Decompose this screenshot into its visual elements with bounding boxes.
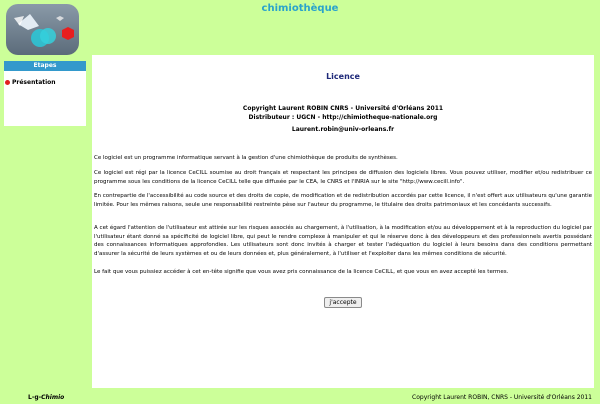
sidebar-item-presentation[interactable]: Présentation	[4, 79, 86, 86]
licence-paragraph: Ce logiciel est régi par la licence CeCI…	[94, 170, 592, 185]
licence-paragraph: A cet égard l'attention de l'utilisateur…	[94, 225, 592, 257]
licence-paragraph: Le fait que vous puissiez accéder à cet …	[94, 269, 509, 275]
copyright-block: Copyright Laurent ROBIN CNRS - Universit…	[92, 104, 594, 122]
contact-email: Laurent.robin@univ-orleans.fr	[291, 126, 395, 133]
accept-button[interactable]: j'accepte	[324, 297, 362, 308]
sidebar: Etapes Présentation	[4, 61, 86, 126]
distributor-line: Distributeur : UGCN - http://chimiothequ…	[248, 114, 438, 121]
sidebar-header: Etapes	[4, 61, 86, 71]
copyright-line: Copyright Laurent ROBIN CNRS - Universit…	[242, 105, 444, 112]
footer-brand-prefix: L-g-	[28, 394, 42, 401]
footer-brand: L-g-Chimio	[28, 394, 64, 401]
app-title: chimiothèque	[261, 3, 339, 14]
footer-copyright: Copyright Laurent ROBIN, CNRS - Universi…	[412, 394, 592, 401]
licence-paragraph: Ce logiciel est un programme informatiqu…	[94, 155, 398, 161]
footer-brand-italic: Chimio	[41, 394, 65, 401]
sidebar-item-label: Présentation	[12, 79, 56, 86]
page-title: Licence	[326, 72, 360, 81]
licence-paragraph: En contrepartie de l'accessibilité au co…	[94, 193, 592, 208]
active-step-bullet-icon	[5, 80, 10, 85]
main-content: Licence Copyright Laurent ROBIN CNRS - U…	[92, 55, 594, 388]
